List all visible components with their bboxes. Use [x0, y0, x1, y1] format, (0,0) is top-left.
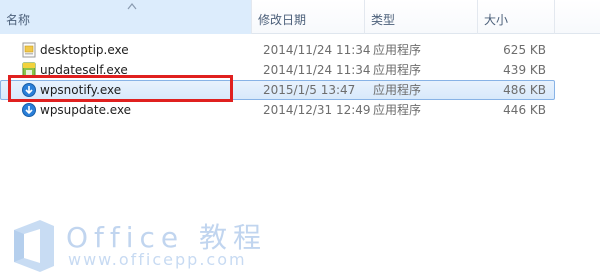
file-date: 2014/12/31 12:49 [263, 103, 371, 117]
column-header-name[interactable]: 名称 [0, 0, 252, 34]
file-date: 2015/1/5 13:47 [263, 83, 356, 97]
wps-update-icon [22, 103, 36, 117]
file-name: desktoptip.exe [40, 43, 129, 57]
file-type: 应用程序 [373, 43, 422, 57]
office-watermark: Office 教程 www.officepp.com [10, 214, 340, 276]
column-header-filler [555, 0, 600, 34]
column-header-type-label: 类型 [371, 13, 396, 27]
wps-update-icon [22, 83, 36, 97]
file-date: 2014/11/24 11:34 [263, 43, 371, 57]
file-row-selected[interactable]: wpsnotify.exe 2015/1/5 13:47 应用程序 486 KB [0, 80, 555, 100]
column-header-date-label: 修改日期 [258, 13, 307, 27]
file-date: 2014/11/24 11:34 [263, 63, 371, 77]
file-row[interactable]: wpsupdate.exe 2014/12/31 12:49 应用程序 446 … [0, 100, 555, 120]
column-header-type[interactable]: 类型 [365, 0, 478, 34]
column-header-size-label: 大小 [484, 13, 509, 27]
file-size: 446 KB [503, 103, 546, 117]
file-size: 486 KB [503, 83, 546, 97]
file-name: wpsupdate.exe [40, 103, 132, 117]
column-header-bar: 名称 修改日期 类型 大小 [0, 0, 600, 34]
sort-ascending-icon [127, 3, 137, 10]
file-type: 应用程序 [373, 103, 422, 117]
watermark-url: www.officepp.com [68, 250, 247, 269]
file-name: wpsnotify.exe [40, 83, 122, 97]
column-header-date[interactable]: 修改日期 [252, 0, 365, 34]
file-type: 应用程序 [373, 63, 422, 77]
file-type: 应用程序 [373, 83, 422, 97]
file-size: 625 KB [503, 43, 546, 57]
file-name: updateself.exe [40, 63, 128, 77]
column-header-size[interactable]: 大小 [478, 0, 555, 34]
desktoptip-app-icon [22, 42, 36, 58]
column-header-name-label: 名称 [6, 13, 31, 27]
office-logo-icon [14, 220, 54, 272]
updateself-app-icon [22, 62, 36, 78]
file-size: 439 KB [503, 63, 546, 77]
file-row[interactable]: updateself.exe 2014/11/24 11:34 应用程序 439… [0, 60, 555, 80]
file-row[interactable]: desktoptip.exe 2014/11/24 11:34 应用程序 625… [0, 40, 555, 60]
